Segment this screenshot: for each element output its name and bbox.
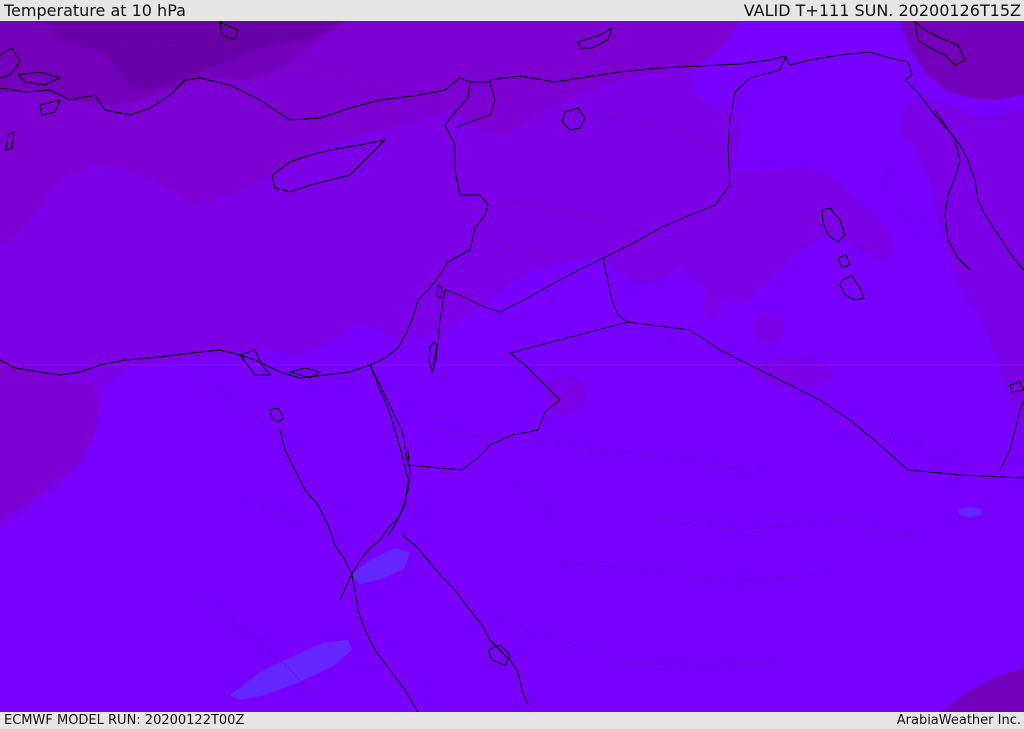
temp-blob-1 xyxy=(703,291,721,319)
temp-blob-2 xyxy=(752,313,784,343)
temp-blob-3 xyxy=(757,356,833,388)
temp-blob-5 xyxy=(987,216,1013,228)
model-run: ECMWF MODEL RUN: 20200122T00Z xyxy=(4,713,245,728)
temp-blob-6 xyxy=(668,334,676,342)
temp-blob-blue xyxy=(958,507,982,517)
temperature-map[interactable] xyxy=(0,21,1024,712)
footer-bar: ECMWF MODEL RUN: 20200122T00Z ArabiaWeat… xyxy=(0,712,1024,729)
header-bar: Temperature at 10 hPa VALID T+111 SUN. 2… xyxy=(0,0,1024,21)
temp-blob-4 xyxy=(546,375,586,415)
valid-time: VALID T+111 SUN. 20200126T15Z xyxy=(743,1,1021,20)
credit: ArabiaWeather Inc. xyxy=(896,713,1021,728)
map-title: Temperature at 10 hPa xyxy=(4,1,186,20)
map-screen: Temperature at 10 hPa VALID T+111 SUN. 2… xyxy=(0,0,1024,729)
